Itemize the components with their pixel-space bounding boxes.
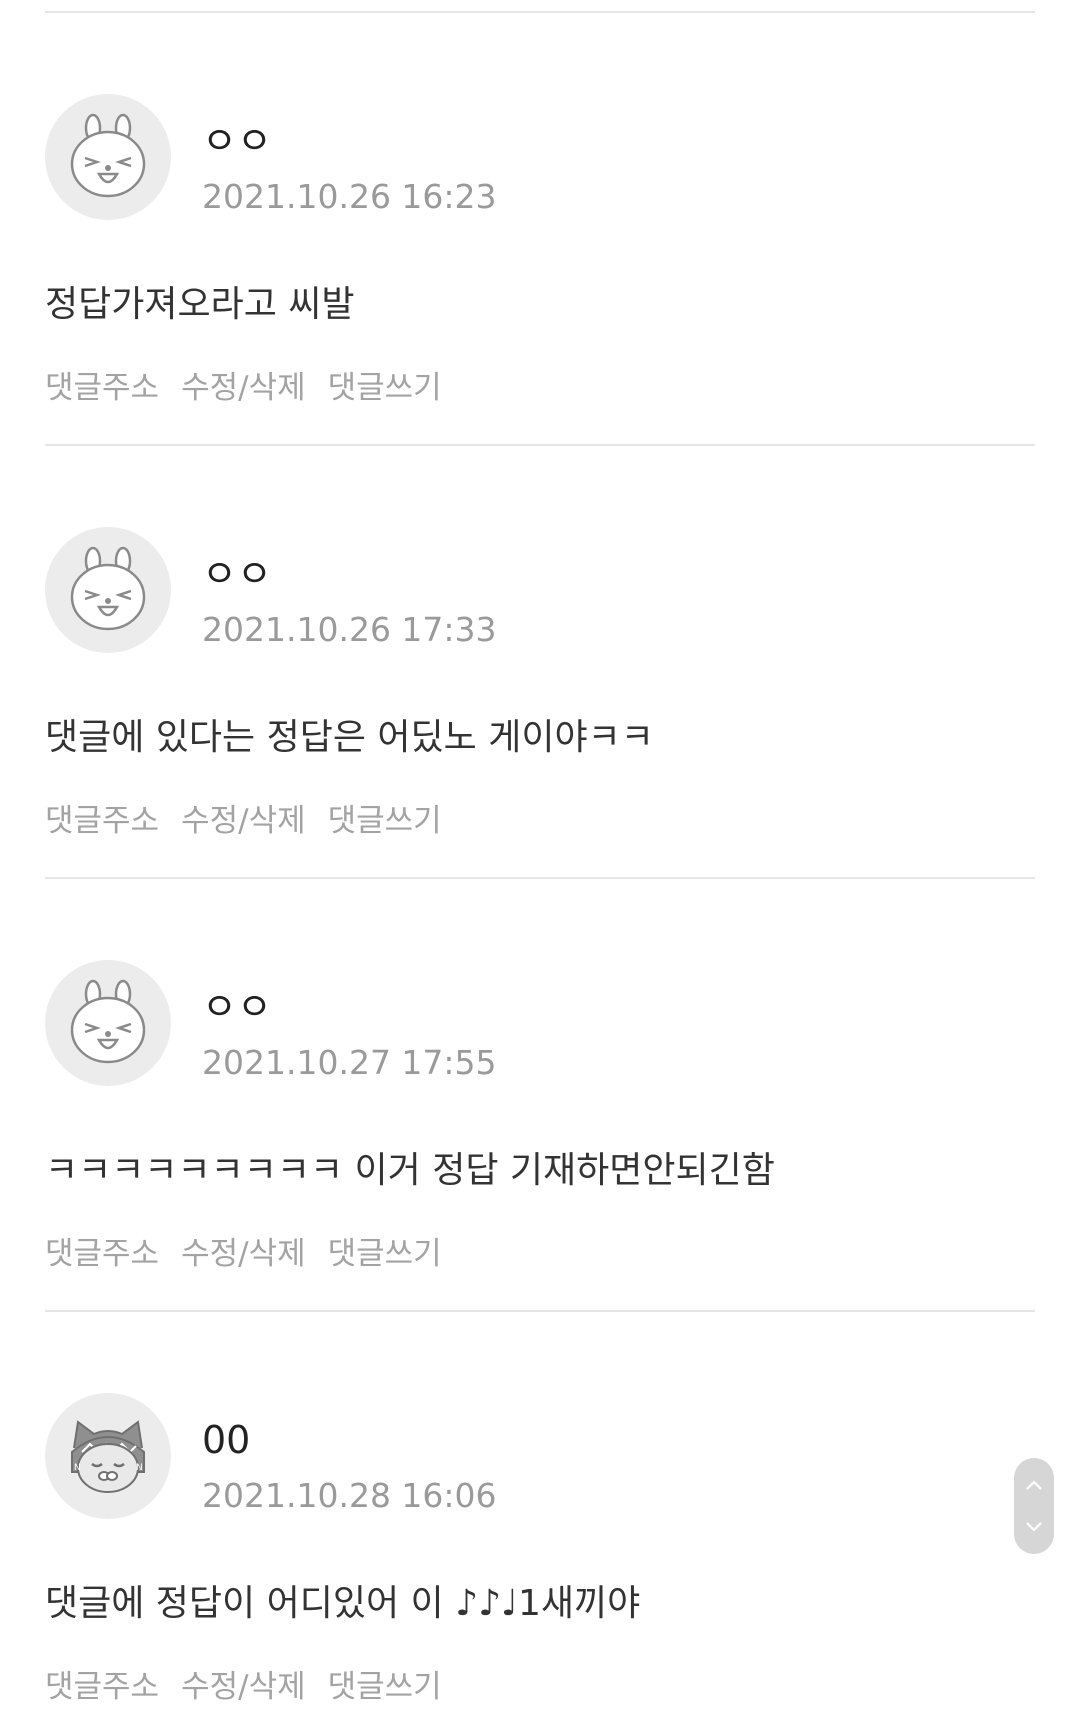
comment-author: ㅇㅇ — [202, 119, 272, 163]
comment-address-link[interactable]: 댓글주소 — [45, 1234, 159, 1274]
comment-timestamp: 2021.10.27 17:55 — [202, 1043, 497, 1082]
comment-actions: 댓글주소 수정/삭제 댓글쓰기 — [45, 368, 442, 408]
scroll-control — [1014, 1458, 1054, 1554]
comment-item: ㅇㅇ 2021.10.26 17:33 댓글에 있다는 정답은 어딨노 게이야ㅋ… — [45, 446, 1035, 879]
comment-timestamp: 2021.10.28 16:06 — [202, 1476, 497, 1515]
comment-address-link[interactable]: 댓글주소 — [45, 801, 159, 841]
svg-text:N: N — [74, 1463, 81, 1473]
cat-avatar-icon[interactable]: N N — [45, 1393, 171, 1519]
reply-link[interactable]: 댓글쓰기 — [328, 801, 442, 841]
comment-actions: 댓글주소 수정/삭제 댓글쓰기 — [45, 1667, 442, 1707]
comment-timestamp: 2021.10.26 17:33 — [202, 610, 497, 649]
comment-timestamp: 2021.10.26 16:23 — [202, 177, 497, 216]
comment-actions: 댓글주소 수정/삭제 댓글쓰기 — [45, 801, 442, 841]
comment-author: ㅇㅇ — [202, 985, 272, 1029]
edit-delete-link[interactable]: 수정/삭제 — [181, 368, 306, 408]
comment-text: ㅋㅋㅋㅋㅋㅋㅋㅋㅋ 이거 정답 기재하면안되긴함 — [45, 1150, 775, 1191]
comment-author: ㅇㅇ — [202, 552, 272, 596]
comment-actions: 댓글주소 수정/삭제 댓글쓰기 — [45, 1234, 442, 1274]
comment-item: ㅇㅇ 2021.10.26 16:23 정답가져오라고 씨발 댓글주소 수정/삭… — [45, 13, 1035, 446]
comment-text: 댓글에 있다는 정답은 어딨노 게이야ㅋㅋ — [45, 717, 654, 758]
chevron-up-icon[interactable] — [1019, 1470, 1049, 1500]
rabbit-avatar-icon[interactable] — [45, 527, 171, 653]
reply-link[interactable]: 댓글쓰기 — [328, 1234, 442, 1274]
edit-delete-link[interactable]: 수정/삭제 — [181, 1667, 306, 1707]
edit-delete-link[interactable]: 수정/삭제 — [181, 801, 306, 841]
rabbit-avatar-icon[interactable] — [45, 94, 171, 220]
comment-item: N N 00 2021.10.28 16:06 댓글에 정답이 어디있어 이 ♪… — [45, 1312, 1035, 1732]
comment-item: ㅇㅇ 2021.10.27 17:55 ㅋㅋㅋㅋㅋㅋㅋㅋㅋ 이거 정답 기재하면… — [45, 879, 1035, 1312]
comment-address-link[interactable]: 댓글주소 — [45, 368, 159, 408]
comment-author: 00 — [202, 1418, 251, 1462]
rabbit-avatar-icon[interactable] — [45, 960, 171, 1086]
chevron-down-icon[interactable] — [1019, 1512, 1049, 1542]
comment-address-link[interactable]: 댓글주소 — [45, 1667, 159, 1707]
svg-text:N: N — [136, 1463, 143, 1473]
edit-delete-link[interactable]: 수정/삭제 — [181, 1234, 306, 1274]
comment-list: ㅇㅇ 2021.10.26 16:23 정답가져오라고 씨발 댓글주소 수정/삭… — [45, 13, 1035, 1732]
reply-link[interactable]: 댓글쓰기 — [328, 368, 442, 408]
comment-text: 댓글에 정답이 어디있어 이 ♪♪♩1새끼야 — [45, 1583, 641, 1624]
comment-text: 정답가져오라고 씨발 — [45, 284, 355, 325]
reply-link[interactable]: 댓글쓰기 — [328, 1667, 442, 1707]
